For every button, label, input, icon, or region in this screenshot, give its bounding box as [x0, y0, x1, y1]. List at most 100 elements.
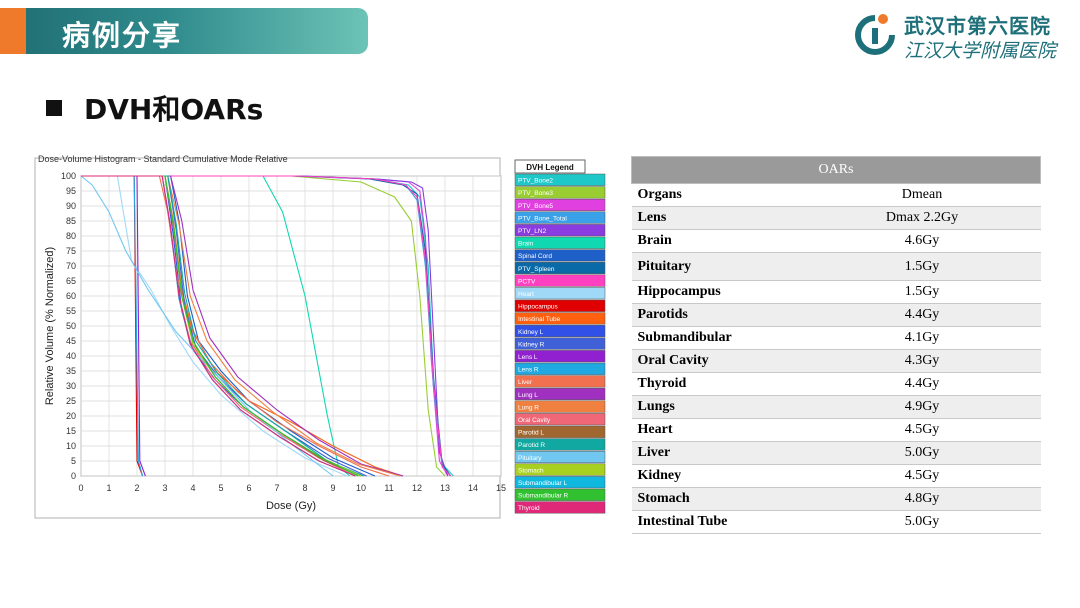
legend-label: Pituitary: [518, 455, 542, 462]
dvh-chart-svg: Dose-Volume Histogram - Standard Cumulat…: [34, 154, 606, 519]
organ-cell: Lens: [631, 206, 804, 230]
square-bullet-icon: [46, 100, 62, 116]
organ-cell: Brain: [631, 229, 804, 253]
section-heading: DVH和OARs: [46, 88, 263, 128]
dose-cell: 1.5Gy: [803, 280, 1041, 304]
table-row: Brain 4.6Gy: [631, 229, 1041, 253]
legend-label: Brain: [518, 241, 534, 248]
table-row: Liver 5.0Gy: [631, 441, 1041, 465]
y-tick-label: 30: [66, 381, 76, 391]
y-tick-label: 35: [66, 366, 76, 376]
y-tick-label: 45: [66, 336, 76, 346]
legend-label: PCTV: [518, 278, 536, 285]
x-tick-label: 9: [330, 483, 335, 493]
table-row: Pituitary 1.5Gy: [631, 252, 1041, 281]
table-row: Submandibular 4.1Gy: [631, 326, 1041, 350]
dose-cell: 5.0Gy: [803, 510, 1041, 534]
legend-label: Lung L: [518, 392, 538, 399]
y-tick-label: 70: [66, 261, 76, 271]
legend-label: Kidney R: [518, 341, 545, 348]
dose-cell: 4.6Gy: [803, 229, 1041, 253]
y-tick-label: 55: [66, 306, 76, 316]
x-tick-label: 10: [356, 483, 366, 493]
y-tick-label: 90: [66, 201, 76, 211]
x-tick-label: 13: [440, 483, 450, 493]
legend-label: Parotid L: [518, 430, 544, 437]
dose-cell: 5.0Gy: [803, 441, 1041, 465]
legend-label: Stomach: [518, 467, 544, 474]
y-tick-label: 85: [66, 216, 76, 226]
dose-cell: 4.4Gy: [803, 372, 1041, 396]
y-tick-label: 50: [66, 321, 76, 331]
table-row: Lens Dmax 2.2Gy: [631, 206, 1041, 230]
table-row: Stomach 4.8Gy: [631, 487, 1041, 511]
legend-label: Lens R: [518, 367, 539, 374]
x-tick-label: 12: [412, 483, 422, 493]
legend-label: Thyroid: [518, 505, 540, 512]
legend-label: PTV_Bone2: [518, 178, 553, 185]
x-tick-label: 7: [274, 483, 279, 493]
organ-cell: Organs: [631, 183, 804, 207]
x-tick-label: 8: [302, 483, 307, 493]
legend-label: Submandibular L: [518, 480, 568, 487]
legend-label: PTV_Bone_Total: [518, 215, 567, 222]
oars-table: OARs Organs Dmean Lens Dmax 2.2Gy Brain 4.6Gy…: [631, 156, 1041, 534]
dose-cell: 4.9Gy: [803, 395, 1041, 419]
hospital-logo: 武汉市第六医院 江汉大学附属医院: [852, 6, 1072, 62]
organ-cell: Pituitary: [631, 252, 804, 281]
legend-label: PTV_Bone3: [518, 190, 553, 197]
dose-cell: Dmax 2.2Gy: [803, 206, 1041, 230]
legend-label: PTV_Bone5: [518, 203, 553, 210]
legend-label: PTV_LN2: [518, 228, 547, 235]
dose-cell: 4.4Gy: [803, 303, 1041, 327]
dose-cell: 4.3Gy: [803, 349, 1041, 373]
legend-title: DVH Legend: [526, 163, 574, 172]
table-row: Lungs 4.9Gy: [631, 395, 1041, 419]
y-tick-label: 60: [66, 291, 76, 301]
legend-label: PTV_Spleen: [518, 266, 555, 273]
table-row: Hippocampus 1.5Gy: [631, 280, 1041, 304]
heading-text: DVH和OARs: [84, 93, 264, 126]
y-tick-label: 95: [66, 186, 76, 196]
legend-label: Lung R: [518, 404, 539, 411]
hospital-emblem-icon: [855, 14, 895, 55]
dose-cell: 4.5Gy: [803, 464, 1041, 488]
organ-cell: Parotids: [631, 303, 804, 327]
legend-label: Liver: [518, 379, 533, 386]
organ-cell: Submandibular: [631, 326, 804, 350]
x-tick-label: 0: [78, 483, 83, 493]
title-banner: 病例分享: [0, 8, 368, 54]
organ-cell: Heart: [631, 418, 804, 442]
legend-label: Submandibular R: [518, 493, 569, 500]
legend-label: Oral Cavity: [518, 417, 551, 424]
y-tick-label: 15: [66, 426, 76, 436]
banner-title: 病例分享: [62, 19, 183, 52]
dose-cell: 4.1Gy: [803, 326, 1041, 350]
y-axis-label: Relative Volume (% Normalized): [44, 247, 56, 405]
dose-cell: 1.5Gy: [803, 252, 1041, 281]
x-tick-label: 2: [134, 483, 139, 493]
y-tick-label: 100: [61, 171, 76, 181]
x-tick-label: 11: [384, 483, 393, 493]
x-tick-label: 14: [468, 483, 478, 493]
logo-line-1: 武汉市第六医院: [904, 14, 1051, 38]
x-tick-label: 1: [106, 483, 111, 493]
dose-cell: Dmean: [803, 183, 1041, 207]
y-tick-label: 75: [66, 246, 76, 256]
banner-accent: [0, 8, 26, 54]
table-row: Organs Dmean: [631, 183, 1041, 207]
x-tick-label: 6: [246, 483, 251, 493]
y-tick-label: 20: [66, 411, 76, 421]
legend-label: Spinal Cord: [518, 253, 552, 260]
chart-title: Dose-Volume Histogram - Standard Cumulat…: [38, 154, 288, 164]
organ-cell: Hippocampus: [631, 280, 804, 304]
oars-table-title: OARs: [631, 156, 1041, 184]
organ-cell: Stomach: [631, 487, 804, 511]
legend-label: Lens L: [518, 354, 538, 361]
x-tick-label: 3: [162, 483, 167, 493]
dose-cell: 4.8Gy: [803, 487, 1041, 511]
dose-cell: 4.5Gy: [803, 418, 1041, 442]
organ-cell: Liver: [631, 441, 804, 465]
organ-cell: Kidney: [631, 464, 804, 488]
table-row: Thyroid 4.4Gy: [631, 372, 1041, 396]
